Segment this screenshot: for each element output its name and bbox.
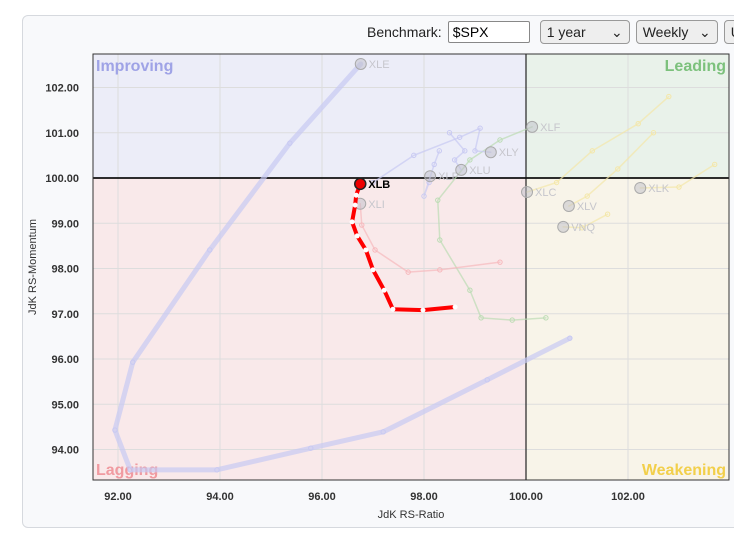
y-tick-label: 102.00 [45,83,79,95]
head-xlk [634,181,647,194]
x-tick-label: 98.00 [410,491,438,503]
trail-point [363,247,369,253]
quadrant-label-improving: Improving [96,58,173,75]
head-xlc [521,186,534,199]
y-tick-label: 101.00 [45,128,79,140]
head-xlp [424,170,437,183]
series-label: XLC [535,187,556,199]
y-tick-label: 100.00 [45,173,79,185]
head-xlf [526,120,539,133]
series-label: XLF [540,122,560,134]
series-label: XLK [648,183,669,195]
x-tick-label: 100.00 [509,491,543,503]
head-xly [484,146,497,159]
series-label: XLY [499,147,520,159]
head-vnq [557,220,570,233]
y-tick-label: 99.00 [51,218,79,230]
head-xle [354,57,367,70]
trail-point [349,219,355,225]
x-axis-label: JdK RS-Ratio [378,509,445,521]
series-label: XLV [577,201,598,213]
head-xlb [354,177,367,191]
series-label: XLU [469,165,490,177]
x-tick-label: 96.00 [308,491,336,503]
y-tick-label: 96.00 [51,354,79,366]
trail-point [353,192,359,198]
series-label: XLB [368,179,390,191]
quadrant-label-leading: Leading [665,58,726,75]
head-xlv [562,200,575,213]
y-tick-label: 98.00 [51,264,79,276]
rrg-chart: 92.00 94.00 96.00 98.00 100.00 102.00 94.00 95.… [27,53,730,521]
x-tick-label: 102.00 [611,491,645,503]
trail-point [352,202,358,208]
x-tick-label: 92.00 [104,491,132,503]
trail-point [381,287,387,293]
trail-point [370,267,376,273]
trail-point [390,306,396,312]
y-axis-label: JdK RS-Momentum [27,219,39,315]
y-tick-label: 95.00 [51,399,79,411]
head-xlu [455,163,468,176]
quadrant-label-weakening: Weakening [642,462,726,479]
x-tick-label: 94.00 [206,491,234,503]
trail-point [452,304,458,310]
trail-point [354,233,360,239]
series-label: XLI [368,199,385,211]
series-label: XLE [369,59,390,71]
series-label: VNQ [571,222,595,234]
trail-point [420,307,426,313]
y-tick-label: 94.00 [51,445,79,457]
series-label: XLP [438,171,459,183]
y-tick-label: 97.00 [51,309,79,321]
